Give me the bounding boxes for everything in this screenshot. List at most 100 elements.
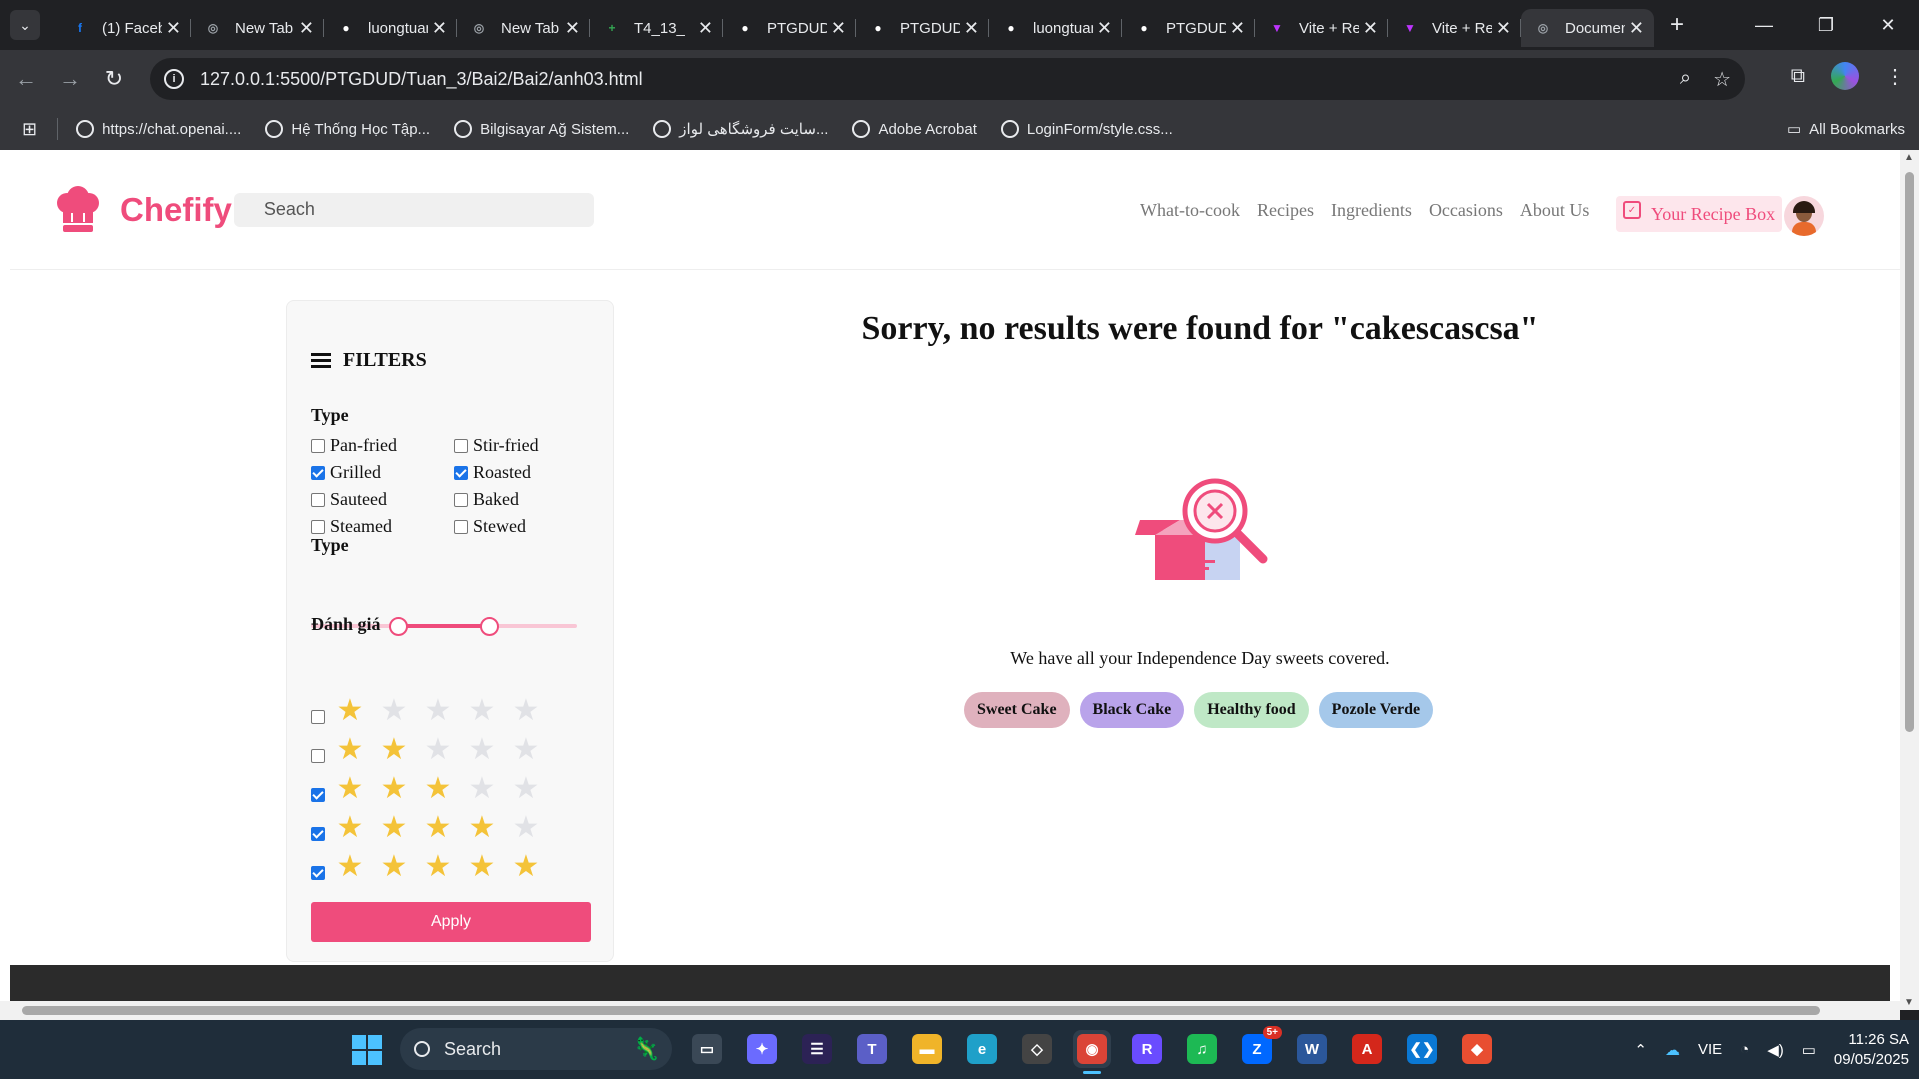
checkbox[interactable]: [311, 865, 325, 880]
zoom-icon[interactable]: ⌕: [1680, 67, 1691, 92]
all-bookmarks-button[interactable]: ▭ All Bookmarks: [1787, 120, 1905, 139]
bookmark-item[interactable]: سایت فروشگاهی لواز...: [653, 120, 828, 138]
copilot-icon[interactable]: ✦: [743, 1030, 781, 1068]
vertical-scrollbar[interactable]: ▲ ▼: [1900, 150, 1919, 1010]
checkbox[interactable]: [454, 438, 468, 453]
type-option[interactable]: Steamed: [311, 516, 454, 537]
bookmark-item[interactable]: Bilgisayar Ağ Sistem...: [454, 120, 629, 138]
browser-tab[interactable]: ● luongtuanvu✕: [989, 9, 1122, 47]
extensions-icon[interactable]: ⧉: [1791, 65, 1805, 88]
browser-tab[interactable]: ▼ Vite + React✕: [1255, 9, 1388, 47]
checkbox[interactable]: [311, 438, 325, 453]
close-tab-icon[interactable]: ✕: [964, 18, 979, 39]
slider-max-handle[interactable]: [479, 617, 499, 636]
battery-icon[interactable]: ▭: [1802, 1041, 1816, 1059]
nav-link[interactable]: Occasions: [1429, 200, 1503, 221]
nav-link[interactable]: About Us: [1520, 200, 1590, 221]
browser-tab[interactable]: ● luongtuanvu✕: [324, 9, 457, 47]
menu-kebab-icon[interactable]: ⋮: [1885, 64, 1905, 89]
browser-tab[interactable]: ▼ Vite + React✕: [1388, 9, 1521, 47]
volume-icon[interactable]: ◀): [1767, 1041, 1784, 1059]
browser-tab[interactable]: ◎ Document✕: [1521, 9, 1654, 47]
close-tab-icon[interactable]: ✕: [432, 18, 447, 39]
close-tab-icon[interactable]: ✕: [698, 18, 713, 39]
unity-icon[interactable]: ◇: [1018, 1030, 1056, 1068]
profile-avatar[interactable]: [1831, 62, 1859, 90]
close-tab-icon[interactable]: ✕: [299, 18, 314, 39]
forward-button[interactable]: →: [48, 66, 92, 92]
slider-min-handle[interactable]: [389, 617, 409, 636]
checkbox[interactable]: [311, 492, 325, 507]
bookmark-item[interactable]: LoginForm/style.css...: [1000, 120, 1173, 138]
logo[interactable]: Chefify: [54, 185, 232, 235]
site-info-icon[interactable]: i: [164, 69, 184, 89]
user-avatar[interactable]: [1784, 196, 1824, 236]
type-option[interactable]: Baked: [454, 489, 597, 510]
rating-option[interactable]: ★ ★ ★ ★ ★: [311, 730, 548, 769]
language-indicator[interactable]: VIE: [1698, 1041, 1722, 1058]
checkbox[interactable]: [454, 465, 468, 480]
clock[interactable]: 11:26 SA 09/05/2025: [1834, 1030, 1909, 1070]
back-button[interactable]: ←: [4, 66, 48, 92]
chrome-icon[interactable]: ◉: [1073, 1030, 1111, 1074]
vscode-icon[interactable]: ❮❯: [1403, 1030, 1441, 1068]
checkbox[interactable]: [311, 465, 325, 480]
browser-tab[interactable]: ● PTGDUD ✕: [856, 9, 989, 47]
browser-tab[interactable]: f (1) Facebook✕: [58, 9, 191, 47]
browser-tab[interactable]: ● PTGDUD ✕: [723, 9, 856, 47]
close-tab-icon[interactable]: ✕: [1230, 18, 1245, 39]
windows-start-icon[interactable]: [352, 1035, 382, 1065]
checkbox[interactable]: [454, 519, 468, 534]
search-input[interactable]: Seach: [233, 192, 594, 227]
onedrive-icon[interactable]: ☁: [1665, 1041, 1680, 1059]
spotify-icon[interactable]: ♫: [1183, 1030, 1221, 1068]
bookmark-star-icon[interactable]: ☆: [1713, 67, 1731, 92]
nav-link[interactable]: What-to-cook: [1140, 200, 1240, 221]
checkbox[interactable]: [311, 709, 325, 724]
close-tab-icon[interactable]: ✕: [1363, 18, 1378, 39]
rating-option[interactable]: ★ ★ ★ ★ ★: [311, 847, 548, 886]
show-hidden-icons-icon[interactable]: ⌃: [1634, 1041, 1647, 1059]
type-option[interactable]: Sauteed: [311, 489, 454, 510]
checkbox[interactable]: [311, 826, 325, 841]
edge-icon[interactable]: e: [963, 1030, 1001, 1068]
apps-grid-icon[interactable]: ⊞: [22, 119, 37, 140]
browser-tab[interactable]: ◎ New Tab ✕: [457, 9, 590, 47]
type-option[interactable]: Stir-fried: [454, 435, 597, 456]
close-tab-icon[interactable]: ✕: [1496, 18, 1511, 39]
recipe-box-button[interactable]: ✓ Your Recipe Box: [1616, 196, 1783, 232]
close-tab-icon[interactable]: ✕: [166, 18, 181, 39]
close-window-button[interactable]: ✕: [1857, 15, 1919, 36]
git-icon[interactable]: ◆: [1458, 1030, 1496, 1068]
rider-icon[interactable]: R: [1128, 1030, 1166, 1068]
close-tab-icon[interactable]: ✕: [1097, 18, 1112, 39]
rating-option[interactable]: ★ ★ ★ ★ ★: [311, 808, 548, 847]
checkbox[interactable]: [311, 519, 325, 534]
close-tab-icon[interactable]: ✕: [1629, 18, 1644, 39]
browser-tab[interactable]: + T4_13_ ✕: [590, 9, 723, 47]
suggestion-chip[interactable]: Pozole Verde: [1318, 692, 1434, 728]
taskbar-search[interactable]: Search 🦎: [400, 1028, 672, 1070]
vertical-scroll-thumb[interactable]: [1905, 172, 1914, 732]
bookmark-item[interactable]: Adobe Acrobat: [852, 120, 977, 138]
task-view-icon[interactable]: ▭: [688, 1030, 726, 1068]
close-tab-icon[interactable]: ✕: [565, 18, 580, 39]
url-text[interactable]: 127.0.0.1:5500/PTGDUD/Tuan_3/Bai2/Bai2/a…: [200, 69, 643, 90]
scroll-up-arrow[interactable]: ▲: [1904, 152, 1914, 163]
scroll-down-arrow[interactable]: ▼: [1904, 997, 1914, 1008]
rating-option[interactable]: ★ ★ ★ ★ ★: [311, 691, 548, 730]
acrobat-icon[interactable]: A: [1348, 1030, 1386, 1068]
eclipse-icon[interactable]: ☰: [798, 1030, 836, 1068]
teams-icon[interactable]: T: [853, 1030, 891, 1068]
checkbox[interactable]: [454, 492, 468, 507]
file-explorer-icon[interactable]: ▬: [908, 1030, 946, 1068]
rating-option[interactable]: ★ ★ ★ ★ ★: [311, 769, 548, 808]
apply-button[interactable]: Apply: [311, 902, 591, 942]
type-option[interactable]: Stewed: [454, 516, 597, 537]
browser-tab[interactable]: ● PTGDUD ✕: [1122, 9, 1255, 47]
minimize-button[interactable]: —: [1733, 15, 1795, 36]
checkbox[interactable]: [311, 787, 325, 802]
new-tab-button[interactable]: +: [1670, 11, 1684, 39]
bookmark-item[interactable]: https://chat.openai....: [76, 120, 241, 138]
checkbox[interactable]: [311, 748, 325, 763]
